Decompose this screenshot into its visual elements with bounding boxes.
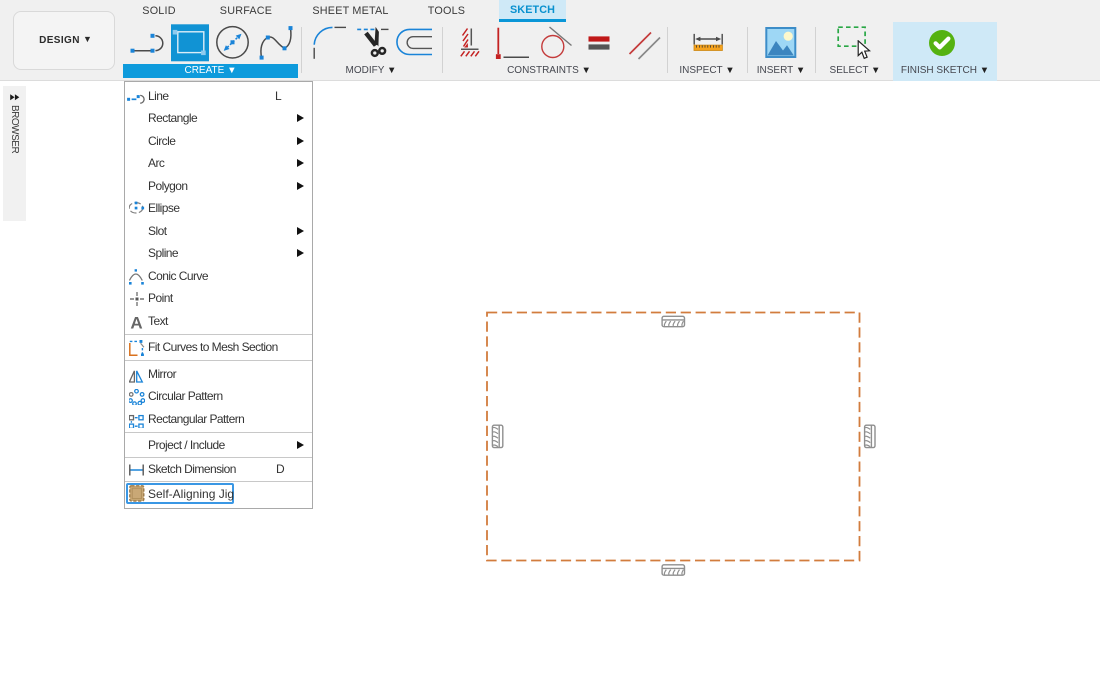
svg-text:A: A <box>130 314 142 330</box>
